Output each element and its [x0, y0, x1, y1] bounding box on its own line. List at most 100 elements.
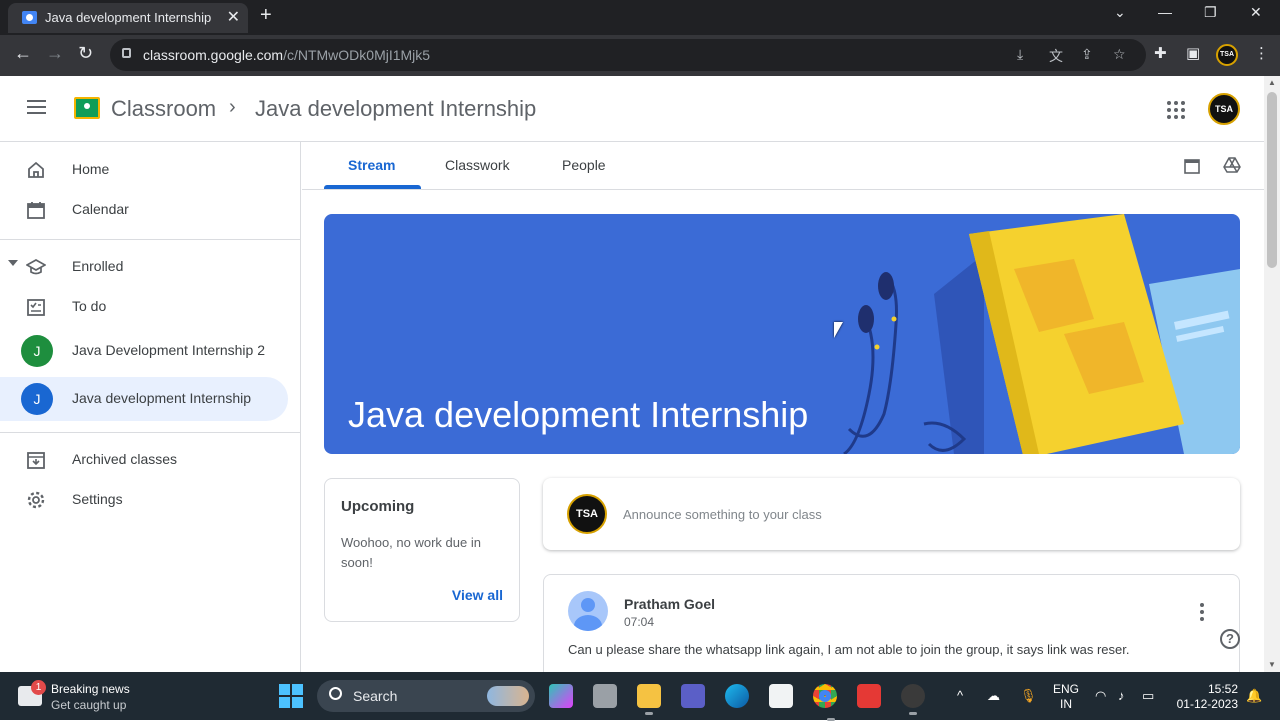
- scroll-down-icon[interactable]: ▼: [1268, 660, 1276, 669]
- classroom-logo-icon[interactable]: [74, 97, 100, 119]
- divider: [0, 432, 301, 433]
- app-header: Classroom › Java development Internship …: [0, 76, 1264, 142]
- maximize-icon[interactable]: ❐: [1204, 4, 1217, 21]
- url-path: /c/NTMwODk0MjI1Mjk5: [283, 47, 431, 63]
- account-avatar[interactable]: TSA: [1208, 93, 1240, 125]
- sidebar-item-class-java[interactable]: J Java development Internship: [0, 377, 288, 421]
- microphone-icon[interactable]: 🎙: [1020, 688, 1037, 704]
- archive-icon: [27, 452, 45, 469]
- volume-icon[interactable]: ♪: [1118, 688, 1125, 703]
- search-highlight-art: [487, 686, 529, 706]
- taskbar-search[interactable]: Search: [317, 680, 535, 712]
- browser-chrome: Java development Internship ✕ + ⌄ — ❐ ✕ …: [0, 0, 1280, 76]
- tab-people[interactable]: People: [562, 157, 606, 173]
- onedrive-icon[interactable]: ☁: [987, 688, 1000, 704]
- help-icon[interactable]: ?: [1220, 629, 1240, 649]
- gear-icon: [27, 491, 45, 509]
- translate-icon[interactable]: 文: [1049, 46, 1063, 66]
- forward-icon[interactable]: →: [46, 43, 64, 64]
- brand-title[interactable]: Classroom: [111, 96, 216, 122]
- install-icon[interactable]: ⤓: [1017, 46, 1023, 63]
- divider: [0, 239, 301, 240]
- region-code: IN: [1060, 697, 1072, 711]
- windows-start-icon[interactable]: [279, 684, 303, 708]
- pdf-reader-icon[interactable]: [857, 684, 881, 708]
- chrome-icon[interactable]: [813, 684, 837, 721]
- new-tab-icon[interactable]: +: [260, 4, 272, 27]
- tab-stream[interactable]: Stream: [348, 157, 395, 173]
- language-indicator[interactable]: ENG IN: [1053, 682, 1079, 712]
- back-icon[interactable]: ←: [14, 43, 32, 64]
- sidebar-item-settings[interactable]: Settings: [0, 478, 288, 522]
- url-host: classroom.google.com: [143, 47, 284, 63]
- side-panel-icon[interactable]: ▣: [1186, 44, 1200, 62]
- teams-icon[interactable]: [681, 684, 705, 708]
- sidebar-item-class-java-2[interactable]: J Java Development Internship 2: [0, 329, 288, 373]
- notification-bell-icon[interactable]: 🔔: [1246, 688, 1262, 704]
- news-subtitle: Get caught up: [51, 698, 127, 712]
- post-options-icon[interactable]: [1200, 603, 1204, 624]
- reload-icon[interactable]: ↻: [78, 43, 93, 64]
- task-view-icon[interactable]: [593, 684, 617, 708]
- system-clock[interactable]: 15:52 01-12-2023: [1172, 682, 1238, 712]
- classroom-favicon-icon: [22, 11, 37, 24]
- google-apps-icon[interactable]: [1167, 101, 1185, 119]
- wifi-icon[interactable]: ◠: [1095, 688, 1106, 704]
- banner-class-title: Java development Internship: [348, 394, 809, 435]
- google-drive-icon[interactable]: [1223, 157, 1241, 174]
- mouse-cursor-icon: [834, 322, 843, 338]
- battery-icon[interactable]: ▭: [1142, 688, 1154, 704]
- sidebar-item-label: To do: [72, 298, 107, 314]
- search-icon: [329, 687, 342, 700]
- tab-title: Java development Internship: [45, 10, 212, 25]
- sidebar-item-enrolled[interactable]: Enrolled: [0, 245, 288, 289]
- scrollbar-thumb[interactable]: [1267, 92, 1277, 268]
- file-explorer-icon[interactable]: [637, 684, 661, 715]
- sidebar-item-label: Settings: [72, 491, 123, 507]
- close-window-icon[interactable]: ✕: [1250, 4, 1262, 21]
- news-title: Breaking news: [51, 682, 130, 696]
- class-avatar: J: [21, 335, 53, 367]
- view-all-link[interactable]: View all: [452, 587, 503, 603]
- windows-taskbar: 1 Breaking news Get caught up Search ^ ☁…: [0, 672, 1280, 721]
- share-icon[interactable]: ⇪: [1081, 46, 1093, 63]
- tab-search-icon[interactable]: ⌄: [1114, 4, 1126, 21]
- news-badge: 1: [31, 680, 46, 695]
- extensions-icon[interactable]: ✚: [1154, 44, 1167, 62]
- show-hidden-icons-icon[interactable]: ^: [957, 688, 963, 703]
- clock-time: 15:52: [1207, 682, 1238, 696]
- language-code: ENG: [1053, 682, 1080, 696]
- breadcrumb-class-name[interactable]: Java development Internship: [255, 96, 536, 122]
- main-menu-icon[interactable]: [27, 100, 46, 114]
- minimize-icon[interactable]: —: [1158, 4, 1172, 20]
- page-scrollbar[interactable]: ▲ ▼: [1264, 76, 1280, 672]
- profile-avatar[interactable]: TSA: [1216, 44, 1238, 66]
- address-bar[interactable]: classroom.google.com/c/NTMwODk0MjI1Mjk5 …: [110, 39, 1146, 71]
- sidebar-item-archived[interactable]: Archived classes: [0, 438, 288, 482]
- breadcrumb-chevron-icon: ›: [229, 96, 236, 118]
- edge-icon[interactable]: [725, 684, 749, 708]
- scroll-up-icon[interactable]: ▲: [1268, 78, 1276, 87]
- clock-date: 01-12-2023: [1176, 697, 1238, 711]
- search-label: Search: [353, 688, 398, 704]
- browser-tab[interactable]: Java development Internship ✕: [8, 3, 248, 33]
- todo-checklist-icon: [27, 299, 45, 316]
- collapse-caret-icon[interactable]: [8, 260, 18, 266]
- obs-icon[interactable]: [901, 684, 925, 715]
- sidebar-item-calendar[interactable]: Calendar: [0, 188, 288, 232]
- class-avatar: J: [21, 383, 53, 415]
- sidebar-item-label: Archived classes: [72, 451, 178, 467]
- announce-placeholder[interactable]: Announce something to your class: [623, 507, 822, 522]
- announce-box[interactable]: TSA Announce something to your class: [543, 478, 1240, 550]
- sidebar-item-todo[interactable]: To do: [0, 285, 288, 329]
- close-tab-icon[interactable]: ✕: [227, 7, 240, 27]
- bookmark-star-icon[interactable]: ☆: [1113, 46, 1126, 63]
- chrome-menu-icon[interactable]: ⋮: [1254, 44, 1269, 62]
- tab-classwork[interactable]: Classwork: [445, 157, 510, 173]
- store-icon[interactable]: [769, 684, 793, 708]
- copilot-icon[interactable]: [549, 684, 573, 708]
- browser-toolbar: ← → ↻ classroom.google.com/c/NTMwODk0MjI…: [0, 35, 1280, 76]
- sidebar-item-home[interactable]: Home: [0, 148, 288, 192]
- sidebar: Home Calendar Enrolled To do J Java Deve…: [0, 142, 301, 672]
- google-calendar-icon[interactable]: [1184, 158, 1200, 174]
